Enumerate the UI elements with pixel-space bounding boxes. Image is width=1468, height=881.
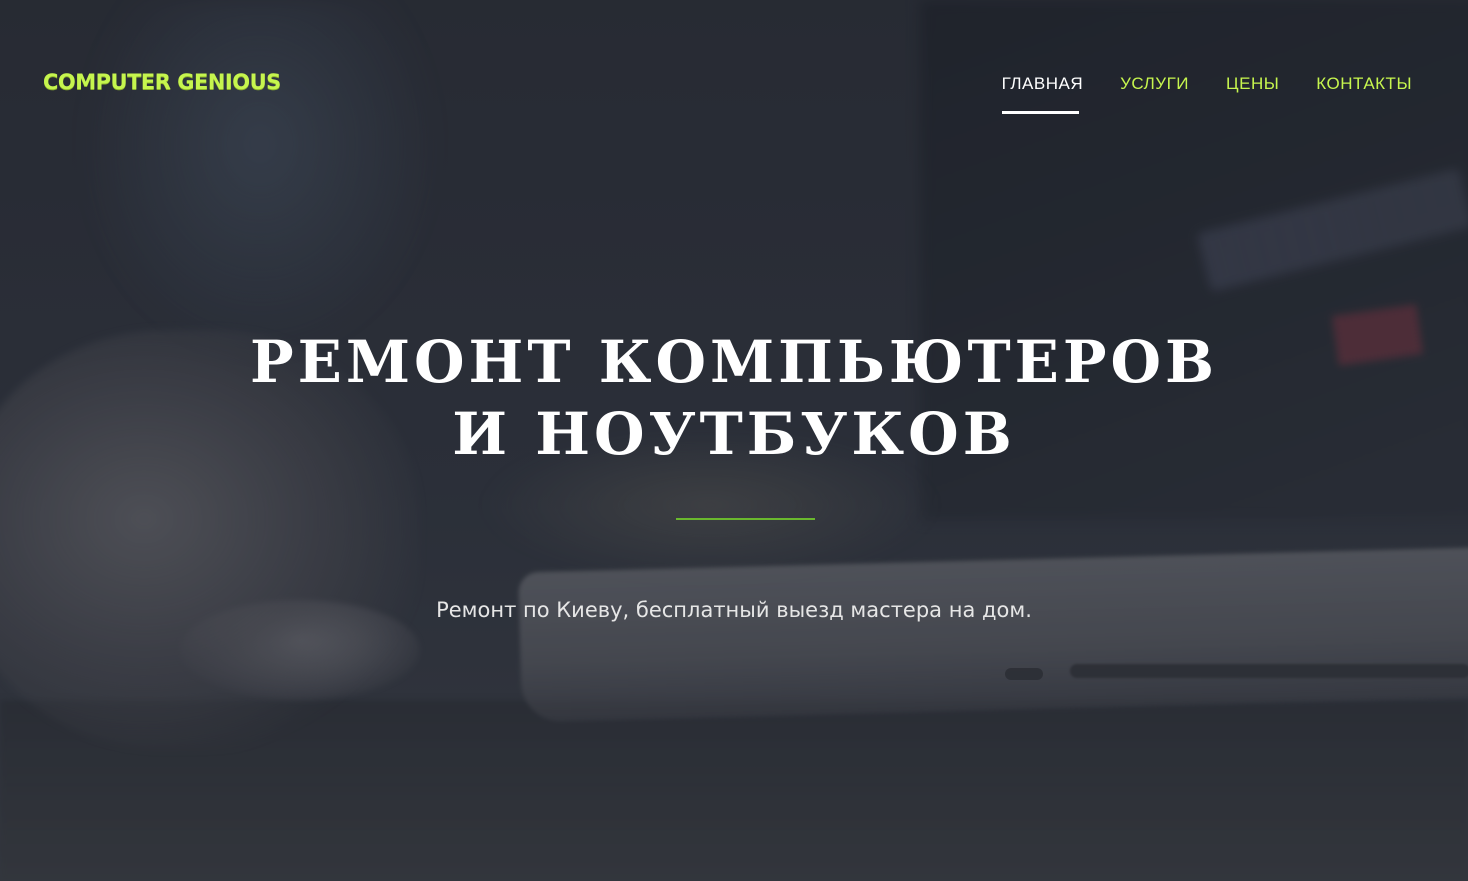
- main-nav: ГЛАВНАЯ УСЛУГИ ЦЕНЫ КОНТАКТЫ: [1001, 74, 1412, 114]
- nav-item-label: КОНТАКТЫ: [1316, 74, 1412, 93]
- nav-item-contacts[interactable]: КОНТАКТЫ: [1316, 74, 1412, 114]
- nav-item-label: УСЛУГИ: [1120, 74, 1190, 93]
- hero-title: РЕМОНТ КОМПЬЮТЕРОВ И НОУТБУКОВ: [0, 326, 1468, 470]
- nav-active-indicator: [1001, 111, 1080, 114]
- nav-item-prices[interactable]: ЦЕНЫ: [1226, 74, 1279, 114]
- site-logo[interactable]: COMPUTER GENIOUS: [43, 70, 281, 94]
- hero-subtitle: Ремонт по Киеву, бесплатный выезд мастер…: [436, 598, 1032, 622]
- hero-title-line-2: И НОУТБУКОВ: [452, 400, 1016, 468]
- nav-item-services[interactable]: УСЛУГИ: [1120, 74, 1189, 114]
- nav-item-label: ГЛАВНАЯ: [1001, 74, 1084, 93]
- hero-title-line-1: РЕМОНТ КОМПЬЮТЕРОВ: [250, 328, 1218, 396]
- nav-item-home[interactable]: ГЛАВНАЯ: [1001, 74, 1084, 114]
- hero-divider: [676, 518, 815, 520]
- hero-section: COMPUTER GENIOUS ГЛАВНАЯ УСЛУГИ ЦЕНЫ КОН…: [0, 0, 1468, 881]
- nav-item-label: ЦЕНЫ: [1226, 74, 1280, 93]
